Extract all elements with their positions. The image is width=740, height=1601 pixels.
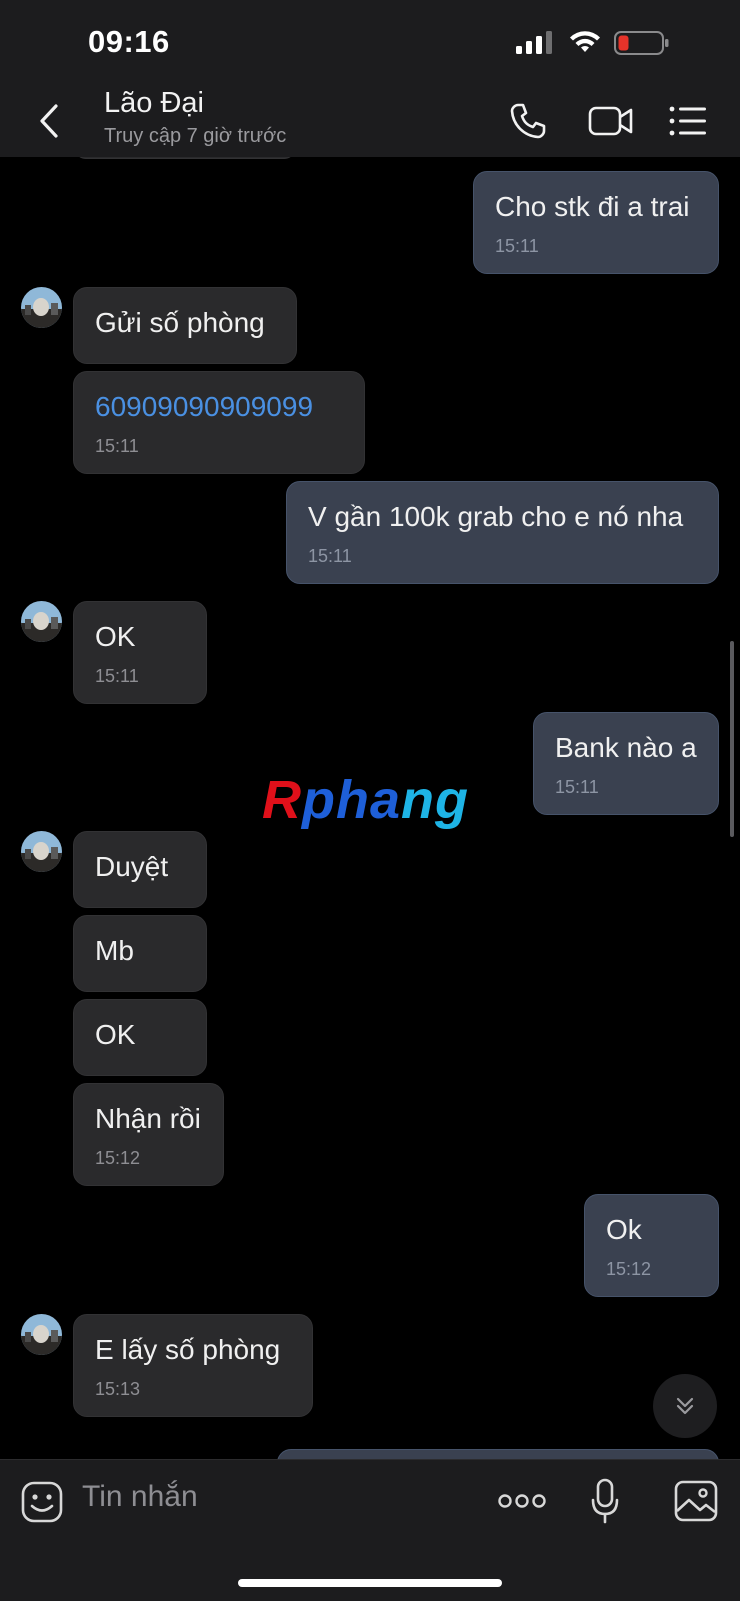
message-time: 15:12 [95,1148,141,1168]
battery-low-icon [614,31,669,55]
avatar[interactable] [21,1314,62,1355]
more-icon [498,1494,546,1508]
message-bubble-outgoing[interactable]: Ok 15:12 [584,1194,719,1297]
message-input[interactable]: Tin nhắn [82,1480,198,1514]
message-text: E lấy số phòng [95,1334,281,1365]
message-time: 15:13 [95,1379,141,1399]
emoji-icon [21,1481,63,1523]
more-button[interactable] [498,1490,546,1512]
back-button[interactable] [36,101,66,141]
message-time: 15:12 [606,1259,652,1279]
message-time: 15:11 [495,236,539,256]
message-bubble-partial[interactable] [277,1449,719,1459]
message-time: 15:11 [308,546,352,566]
emoji-button[interactable] [20,1480,64,1524]
phone-icon [510,103,546,139]
avatar[interactable] [21,831,62,872]
message-text: OK [95,1019,136,1050]
video-icon [588,106,633,136]
chat-header: Lão Đại Truy cập 7 giờ trước [0,85,740,157]
contact-name[interactable]: Lão Đại [104,87,204,120]
message-text: Mb [95,935,134,966]
image-icon [674,1480,718,1522]
avatar-image [21,287,62,328]
cellular-signal-icon [516,31,552,54]
scroll-to-bottom-button[interactable] [653,1374,717,1438]
message-time: 15:11 [95,666,139,686]
message-bubble-outgoing[interactable]: V gần 100k grab cho e nó nha 15:11 [286,481,719,584]
avatar-image [21,1314,62,1355]
message-bubble-incoming[interactable]: OK [73,999,207,1076]
avatar-image [21,601,62,642]
contact-last-seen: Truy cập 7 giờ trước [104,125,287,147]
message-text: OK [95,621,136,652]
voice-call-button[interactable] [504,97,552,145]
message-bubble-incoming[interactable]: Mb [73,915,207,992]
message-bubble-incoming[interactable]: Gửi số phòng [73,287,297,364]
voice-message-button[interactable] [590,1478,620,1526]
message-text: Nhận rồi [95,1103,201,1134]
message-text: Duyệt [95,851,169,882]
video-call-button[interactable] [583,97,639,145]
avatar[interactable] [21,601,62,642]
message-text: Bank nào a [555,732,697,763]
avatar[interactable] [21,287,62,328]
message-time: 15:11 [555,777,599,797]
message-bubble-incoming[interactable]: 60909090909099 15:11 [73,371,365,474]
microphone-icon [591,1478,619,1524]
wifi-icon [570,31,600,52]
avatar-image [21,831,62,872]
message-list[interactable]: Cho stk đi a trai 15:11 Gửi số phòng 609… [0,157,740,1459]
message-text: Cho stk đi a trai [495,191,690,222]
status-icons [516,30,670,56]
chat-menu-button[interactable] [664,97,712,145]
message-bubble-incoming[interactable]: E lấy số phòng 15:13 [73,1314,313,1417]
status-bar: 09:16 [0,0,740,85]
back-icon [40,104,58,138]
message-bubble-incoming[interactable]: Duyệt [73,831,207,908]
message-bubble-outgoing[interactable]: Cho stk đi a trai 15:11 [473,171,719,274]
message-text: Ok [606,1214,642,1245]
message-phone-link[interactable]: 60909090909099 [95,390,344,424]
message-bubble-partial[interactable] [74,157,296,159]
message-bubble-outgoing[interactable]: Bank nào a 15:11 [533,712,719,815]
message-bubble-incoming[interactable]: OK 15:11 [73,601,207,704]
watermark-logo: Rphang [262,770,469,830]
message-bubble-incoming[interactable]: Nhận rồi 15:12 [73,1083,224,1186]
status-time: 09:16 [88,24,170,59]
message-time: 15:11 [95,436,139,456]
menu-icon [669,106,706,136]
message-text: V gần 100k grab cho e nó nha [308,501,684,532]
home-indicator[interactable] [238,1579,502,1587]
send-image-button[interactable] [674,1480,718,1522]
scrollbar[interactable] [730,641,734,837]
scroll-down-icon [676,1397,694,1415]
message-text: Gửi số phòng [95,307,265,338]
